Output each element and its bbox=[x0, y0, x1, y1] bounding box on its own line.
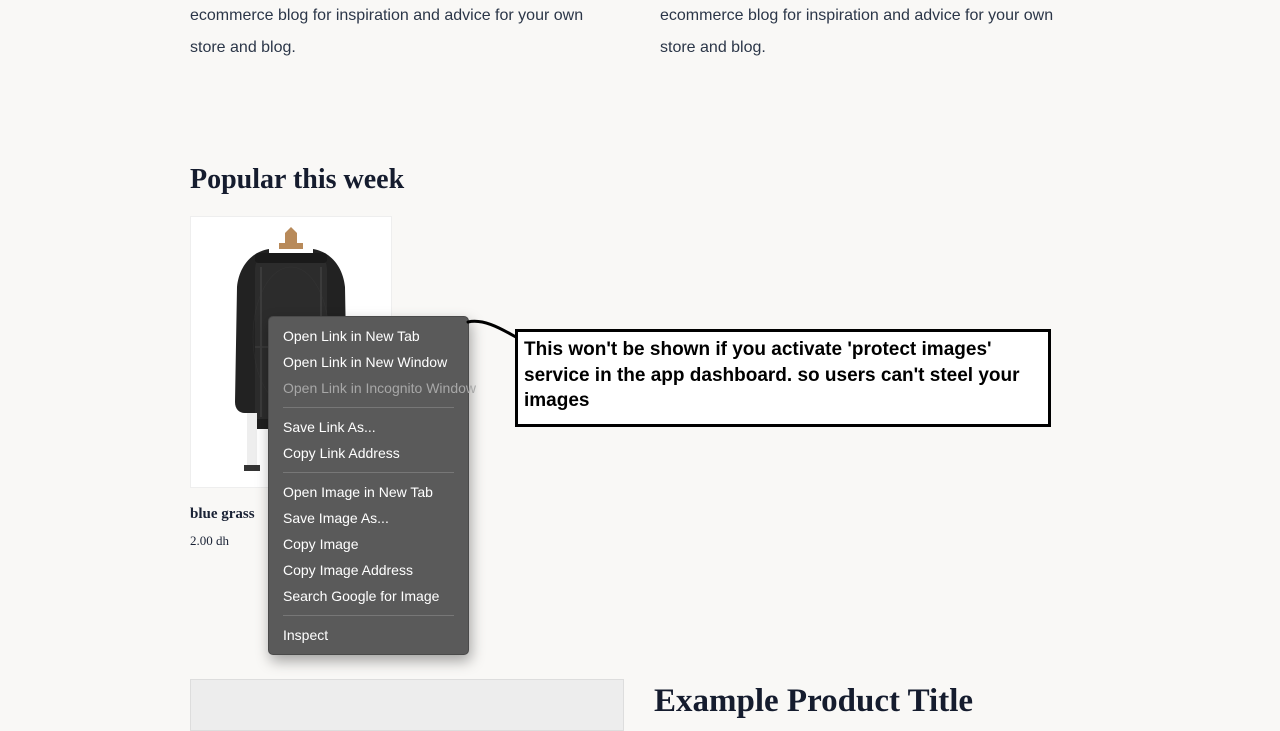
product-placeholder-image[interactable] bbox=[190, 679, 624, 731]
blurb-left: ecommerce blog for inspiration and advic… bbox=[190, 0, 620, 64]
menu-open-link-new-tab[interactable]: Open Link in New Tab bbox=[269, 323, 468, 349]
menu-open-link-incognito: Open Link in Incognito Window bbox=[269, 375, 468, 401]
menu-save-image-as[interactable]: Save Image As... bbox=[269, 505, 468, 531]
menu-copy-image-address[interactable]: Copy Image Address bbox=[269, 557, 468, 583]
example-product-title[interactable]: Example Product Title bbox=[654, 683, 973, 720]
blurb-right: ecommerce blog for inspiration and advic… bbox=[660, 0, 1090, 64]
menu-open-link-new-window[interactable]: Open Link in New Window bbox=[269, 349, 468, 375]
menu-search-google-image[interactable]: Search Google for Image bbox=[269, 583, 468, 609]
section-heading: Popular this week bbox=[190, 164, 1090, 196]
menu-copy-link-address[interactable]: Copy Link Address bbox=[269, 440, 468, 466]
menu-separator bbox=[283, 407, 454, 408]
callout-box: This won't be shown if you activate 'pro… bbox=[515, 329, 1051, 427]
context-menu: Open Link in New Tab Open Link in New Wi… bbox=[268, 316, 469, 655]
menu-separator bbox=[283, 472, 454, 473]
menu-open-image-new-tab[interactable]: Open Image in New Tab bbox=[269, 479, 468, 505]
menu-copy-image[interactable]: Copy Image bbox=[269, 531, 468, 557]
menu-save-link-as[interactable]: Save Link As... bbox=[269, 414, 468, 440]
menu-separator bbox=[283, 615, 454, 616]
menu-inspect[interactable]: Inspect bbox=[269, 622, 468, 648]
